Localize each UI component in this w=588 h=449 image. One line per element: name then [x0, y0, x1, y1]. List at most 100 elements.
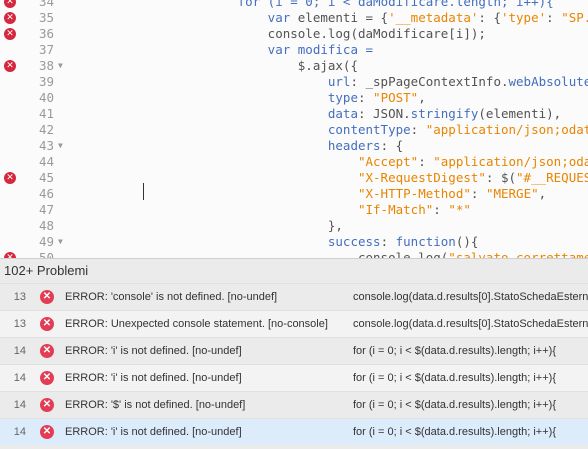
- fold-arrow-icon[interactable]: ▼: [58, 138, 63, 154]
- problem-row[interactable]: 14 ✕ ERROR: 'i' is not defined. [no-undef]…: [0, 418, 588, 445]
- problem-code-snippet: for (i = 0; i < $(data.d.results).length…: [353, 345, 556, 357]
- problem-message: ERROR: '$' is not defined. [no-undef]: [65, 399, 246, 411]
- problem-row[interactable]: 14 ✕ ERROR: '$' is not defined. [no-undef]…: [0, 391, 588, 418]
- problem-message: ERROR: 'i' is not defined. [no-undef]: [65, 426, 242, 438]
- code-text: },: [72, 218, 343, 234]
- code-token: data: [327, 106, 358, 121]
- error-icon: ✕: [40, 290, 54, 304]
- line-number: 45: [38, 170, 54, 185]
- code-token: "*": [448, 202, 471, 217]
- code-token: :: [470, 186, 486, 201]
- code-token: success: [327, 234, 381, 249]
- code-token: 'type': [500, 10, 547, 25]
- error-marker-icon[interactable]: ✕: [4, 172, 16, 184]
- code-text: data: JSON.stringify(elementi),: [72, 106, 561, 122]
- problem-line-number: 14: [13, 399, 26, 411]
- problem-message: ERROR: 'i' is not defined. [no-undef]: [65, 372, 242, 384]
- error-icon: ✕: [40, 425, 54, 439]
- code-text: console.log("salvato correttamente");: [72, 250, 588, 258]
- problem-row[interactable]: 14 ✕ ERROR: 'i' is not defined. [no-undef]…: [0, 364, 588, 391]
- code-line[interactable]: ✕ 45 "X-RequestDigest": $("#__REQUESTDIGE…: [0, 170, 588, 186]
- problem-row[interactable]: 13 ✕ ERROR: 'console' is not defined. [no-…: [0, 283, 588, 310]
- problem-code-snippet: for (i = 0; i < $(data.d.results).length…: [353, 372, 556, 384]
- code-editor[interactable]: ✕ 34 for (i = 0; i < daModificare.length;…: [0, 0, 588, 258]
- error-icon: ✕: [40, 398, 54, 412]
- code-line[interactable]: ✕ 36 console.log(daModificare[i]);: [0, 26, 588, 42]
- code-token: :: [546, 10, 562, 25]
- line-number: 34: [38, 0, 54, 9]
- code-line[interactable]: 46 "X-HTTP-Method": "MERGE",: [0, 186, 588, 202]
- fold-arrow-icon[interactable]: ▼: [58, 234, 63, 250]
- line-number: 38: [38, 58, 54, 73]
- code-line[interactable]: 48 },: [0, 218, 588, 234]
- problems-panel-title: 102+ Problemi: [0, 258, 588, 283]
- code-token: elementi = {: [290, 10, 389, 25]
- code-token: '__metadata': [388, 10, 479, 25]
- code-text: console.log(daModificare[i]);: [72, 26, 486, 42]
- problems-list: 13 ✕ ERROR: 'console' is not defined. [no-…: [0, 283, 588, 445]
- code-line[interactable]: 37 var modifica =: [0, 42, 588, 58]
- code-line[interactable]: 49 ▼ success: function(){: [0, 234, 588, 250]
- code-line[interactable]: ✕ 35 var elementi = {'__metadata': {'type…: [0, 10, 588, 26]
- code-line[interactable]: 44 "Accept": "application/json;odata=ver…: [0, 154, 588, 170]
- error-marker-icon[interactable]: ✕: [4, 0, 16, 8]
- problem-message: ERROR: 'i' is not defined. [no-undef]: [65, 345, 242, 357]
- code-token: "Accept": [357, 154, 419, 169]
- code-token: for (i = 0; i < daModificare.length; i++…: [237, 0, 554, 9]
- line-number: 46: [38, 186, 54, 201]
- code-line[interactable]: 47 "If-Match": "*": [0, 202, 588, 218]
- code-line[interactable]: ✕ 38 ▼ $.ajax({: [0, 58, 588, 74]
- code-line[interactable]: 42 contentType: "application/json;odata=…: [0, 122, 588, 138]
- code-token: console.log(: [357, 250, 449, 258]
- code-line[interactable]: ✕50 console.log("salvato correttamente")…: [0, 250, 588, 258]
- text-cursor: [143, 183, 144, 200]
- code-token: var: [267, 42, 291, 57]
- code-token: ,: [418, 90, 426, 105]
- code-token: "MERGE": [485, 186, 539, 201]
- line-number: 48: [38, 218, 54, 233]
- code-line[interactable]: 40 type: "POST",: [0, 90, 588, 106]
- error-marker-icon[interactable]: ✕: [4, 12, 16, 24]
- code-token: "SP.Data.Sc: [561, 10, 588, 25]
- error-icon: ✕: [40, 371, 54, 385]
- code-line[interactable]: 39 url: _spPageContextInfo.webAbsoluteUr…: [0, 74, 588, 90]
- problem-code-snippet: console.log(data.d.results[0].StatoSched…: [353, 291, 588, 303]
- code-token: webAbsoluteUrl: [508, 74, 588, 89]
- fold-arrow-icon[interactable]: ▼: [58, 58, 63, 74]
- problem-row[interactable]: 14 ✕ ERROR: 'i' is not defined. [no-undef]…: [0, 337, 588, 364]
- error-marker-icon[interactable]: ✕: [4, 28, 16, 40]
- code-line[interactable]: ✕ 34 for (i = 0; i < daModificare.length;…: [0, 0, 588, 10]
- code-line[interactable]: 43 ▼ headers: {: [0, 138, 588, 154]
- problem-message: ERROR: Unexpected console statement. [no…: [65, 318, 328, 330]
- code-token: headers: [327, 138, 381, 153]
- problem-row[interactable]: 13 ✕ ERROR: Unexpected console statement. …: [0, 310, 588, 337]
- code-token: "X-RequestDigest": [357, 170, 486, 185]
- code-token: "#__REQUESTDIGEST: [516, 170, 588, 185]
- code-text: "Accept": "application/json;odata=verbo: [72, 154, 588, 170]
- code-token: contentType: [327, 122, 411, 137]
- code-text: $.ajax({: [72, 58, 358, 74]
- problem-line-number: 13: [13, 318, 26, 330]
- code-line[interactable]: 41 data: JSON.stringify(elementi),: [0, 106, 588, 122]
- problem-code-snippet: console.log(data.d.results[0].StatoSched…: [353, 318, 588, 330]
- problem-line-number: 14: [13, 345, 26, 357]
- error-marker-icon[interactable]: ✕: [4, 60, 16, 72]
- code-text: type: "POST",: [72, 90, 426, 106]
- code-token: : {: [478, 10, 501, 25]
- problems-panel: 102+ Problemi 13 ✕ ERROR: 'console' is not…: [0, 258, 588, 449]
- code-token: ,: [538, 186, 547, 201]
- code-token: type: [327, 90, 358, 105]
- code-text: for (i = 0; i < daModificare.length; i++…: [72, 0, 554, 10]
- line-number: 40: [38, 90, 54, 105]
